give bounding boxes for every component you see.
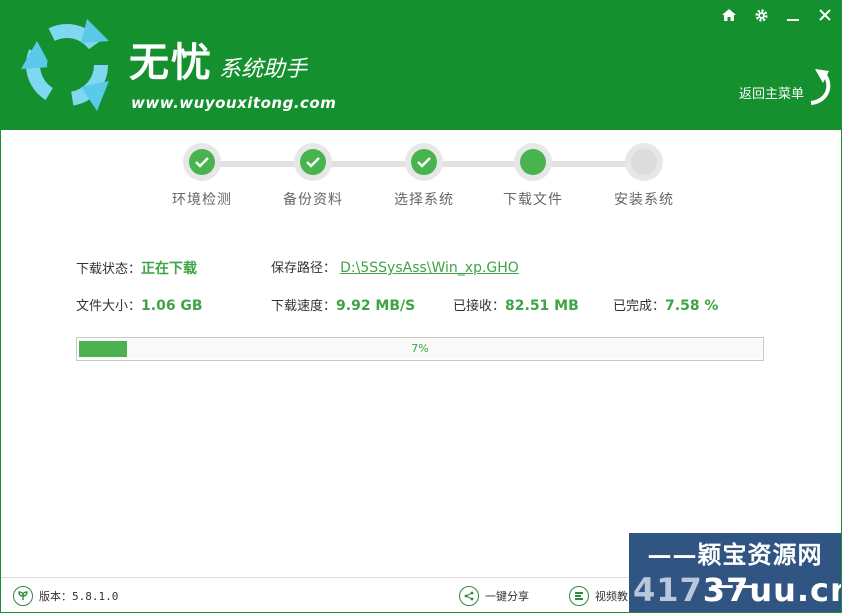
step-label: 选择系统 <box>394 192 454 208</box>
share-label: 一键分享 <box>485 590 529 603</box>
size-label: 文件大小： <box>76 299 142 314</box>
minimize-button[interactable] <box>777 1 809 29</box>
watermark-bottom-a: 417 <box>633 571 703 609</box>
close-button[interactable] <box>809 1 841 29</box>
step-environment-check: 环境检测 <box>147 141 257 209</box>
step-backup-data: 备份资料 <box>258 141 368 209</box>
back-to-main-menu-button[interactable]: 返回主菜单 <box>737 69 837 109</box>
download-progress-bar: 7% <box>76 337 764 361</box>
video-label: 视频教 <box>595 590 628 603</box>
download-speed: 下载速度：9.92 MB/S <box>271 295 415 314</box>
completed-percent: 已完成：7.58 % <box>613 295 718 314</box>
app-window: 无忧 系统助手 www.wuyouxitong.com 返回主菜单 环境检测 备… <box>0 0 842 613</box>
watermark-bottom-b: 37uu.cn <box>702 571 842 609</box>
check-icon <box>306 157 320 168</box>
video-icon <box>569 586 589 606</box>
step-install-system: 安装系统 <box>589 141 699 209</box>
check-icon <box>195 157 209 168</box>
site-watermark: ——颖宝资源网—— 41737uu.cn <box>629 533 841 612</box>
file-size: 文件大小：1.06 GB <box>76 295 203 314</box>
status-value: 正在下载 <box>141 261 198 277</box>
settings-button[interactable] <box>745 1 777 29</box>
received-size: 已接收：82.51 MB <box>453 295 579 314</box>
path-label: 保存路径： <box>271 261 337 276</box>
brand-title: 无忧 系统助手 <box>129 41 307 85</box>
speed-value: 9.92 MB/S <box>336 298 416 314</box>
step-label: 备份资料 <box>283 192 343 208</box>
received-label: 已接收： <box>453 299 506 314</box>
check-icon <box>417 157 431 168</box>
step-select-system: 选择系统 <box>369 141 479 209</box>
home-icon <box>722 9 736 21</box>
download-status: 下载状态：正在下载 <box>76 258 197 278</box>
step-label: 环境检测 <box>172 192 232 208</box>
save-path-link[interactable]: D:\5SSysAss\Win_xp.GHO <box>340 260 519 276</box>
return-arrow-icon <box>810 69 831 105</box>
done-label: 已完成： <box>613 299 666 314</box>
gear-icon <box>754 8 768 22</box>
step-label: 安装系统 <box>614 192 674 208</box>
speed-label: 下载速度： <box>271 299 337 314</box>
progress-text: 7% <box>411 342 429 355</box>
step-label: 下载文件 <box>503 192 563 208</box>
status-label: 下载状态： <box>76 262 142 277</box>
version-info: 版本：5.8.1.0 <box>13 586 118 606</box>
close-icon <box>819 9 831 21</box>
received-value: 82.51 MB <box>505 298 579 314</box>
steps-progress: 环境检测 备份资料 选择系统 下载文件 安装系统 <box>151 141 711 221</box>
header: 无忧 系统助手 www.wuyouxitong.com 返回主菜单 <box>1 1 841 130</box>
version-label: 版本：5.8.1.0 <box>39 590 119 603</box>
done-value: 7.58 % <box>665 298 719 314</box>
share-icon <box>459 586 479 606</box>
recycle-logo-icon <box>21 19 109 111</box>
share-button[interactable]: 一键分享 <box>459 586 529 606</box>
home-button[interactable] <box>713 1 745 29</box>
step-download-file: 下载文件 <box>478 141 588 209</box>
sprout-icon <box>13 586 33 606</box>
brand-url: www.wuyouxitong.com <box>131 94 337 112</box>
save-path: 保存路径： D:\5SSysAss\Win_xp.GHO <box>271 257 519 276</box>
brand-sub: 系统助手 <box>219 57 308 82</box>
window-controls <box>713 1 841 31</box>
size-value: 1.06 GB <box>141 298 203 314</box>
minimize-icon <box>787 19 799 21</box>
brand-main: 无忧 <box>129 39 213 86</box>
watermark-bottom: 41737uu.cn <box>633 571 842 609</box>
video-tutorial-button[interactable]: 视频教 <box>569 586 628 606</box>
